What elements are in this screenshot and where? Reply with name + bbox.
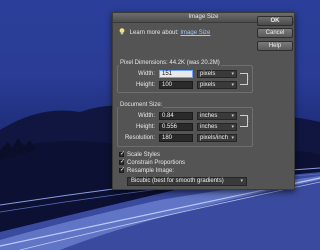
chain-link-icon: ⵗ <box>247 76 249 82</box>
chevron-down-icon: ▾ <box>231 71 234 77</box>
chevron-down-icon: ▾ <box>231 135 234 141</box>
pixel-height-label: Height: <box>135 82 155 88</box>
pixel-height-input[interactable]: 100 <box>159 81 193 89</box>
doc-height-input[interactable]: 0.556 <box>159 123 193 131</box>
doc-width-unit-select[interactable]: inches ▾ <box>197 112 237 120</box>
pixel-width-input[interactable]: 151 <box>159 70 193 78</box>
doc-width-label: Width: <box>137 113 155 119</box>
chevron-down-icon: ▾ <box>231 124 234 130</box>
image-size-dialog: Image Size Learn more about: Image Size … <box>112 12 295 190</box>
scale-styles-option[interactable]: ✓ Scale Styles <box>119 151 161 158</box>
learn-more-row: Learn more about: Image Size <box>119 28 210 36</box>
scale-styles-checkbox[interactable]: ✓ <box>119 151 126 157</box>
learn-more-link[interactable]: Image Size <box>180 30 210 36</box>
checkmark-icon: ✓ <box>120 167 126 173</box>
doc-width-input[interactable]: 0.84 <box>159 112 193 120</box>
doc-width-unit: inches <box>200 113 218 119</box>
pixel-height-unit-select[interactable]: pixels ▾ <box>197 81 237 89</box>
resolution-input[interactable]: 180 <box>159 134 193 142</box>
constrain-proportions-option[interactable]: ✓ Constrain Proportions <box>119 159 186 166</box>
pixel-dimensions-label: Pixel Dimensions: <box>120 60 168 66</box>
pixel-width-label: Width: <box>137 71 155 77</box>
resample-method-value: Bicubic (best for smooth gradients) <box>131 178 224 184</box>
resolution-unit-select[interactable]: pixels/inch ▾ <box>197 134 237 142</box>
doc-height-unit: inches <box>200 124 218 130</box>
ok-button[interactable]: OK <box>257 16 293 26</box>
pixel-dimensions-heading: Pixel Dimensions: 44.2K (was 20.2M) <box>119 60 221 66</box>
checkmark-icon: ✓ <box>120 151 126 157</box>
constrain-proportions-label: Constrain Proportions <box>127 160 186 166</box>
chevron-down-icon: ▾ <box>240 178 243 184</box>
pixel-width-unit-select[interactable]: pixels ▾ <box>197 70 237 78</box>
learn-more-label: Learn more about: <box>129 30 179 36</box>
resolution-label: Resolution: <box>124 135 155 141</box>
help-button[interactable]: Help <box>257 41 293 51</box>
pixel-width-unit: pixels <box>200 71 216 77</box>
resample-method-select[interactable]: Bicubic (best for smooth gradients) ▾ <box>127 177 247 186</box>
resample-image-checkbox[interactable]: ✓ <box>119 167 126 173</box>
cancel-button[interactable]: Cancel <box>257 28 293 38</box>
document-size-label: Document Size: <box>119 102 164 108</box>
resample-image-option[interactable]: ✓ Resample Image: <box>119 167 175 174</box>
checkmark-icon: ✓ <box>120 159 126 165</box>
pixel-height-unit: pixels <box>200 82 216 88</box>
chevron-down-icon: ▾ <box>231 113 234 119</box>
chain-link-icon: ⵗ <box>247 118 249 124</box>
doc-height-unit-select[interactable]: inches ▾ <box>197 123 237 131</box>
resolution-unit: pixels/inch <box>200 135 229 141</box>
resample-image-label: Resample Image: <box>127 168 175 174</box>
constrain-proportions-checkbox[interactable]: ✓ <box>119 159 126 165</box>
pixel-dimensions-size: 44.2K (was 20.2M) <box>169 60 220 66</box>
chevron-down-icon: ▾ <box>231 82 234 88</box>
doc-height-label: Height: <box>135 124 155 130</box>
scale-styles-label: Scale Styles <box>127 152 161 158</box>
lightbulb-icon <box>119 28 125 35</box>
